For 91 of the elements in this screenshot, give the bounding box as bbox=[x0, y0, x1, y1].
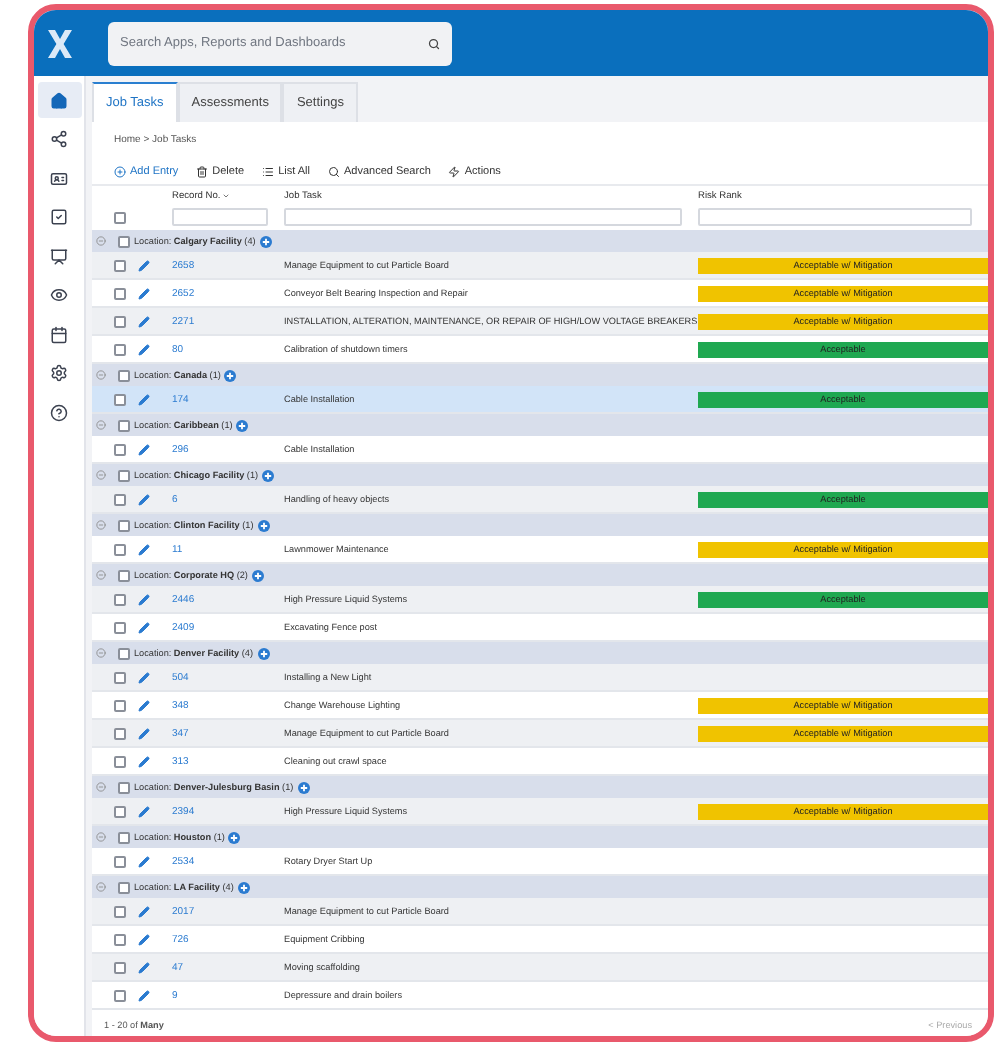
sidebar-item[interactable] bbox=[37, 82, 81, 118]
row-checkbox[interactable] bbox=[114, 393, 126, 405]
add-circle-icon[interactable] bbox=[237, 881, 250, 893]
edit-pencil-icon[interactable] bbox=[138, 343, 150, 355]
add-circle-icon[interactable] bbox=[259, 235, 272, 247]
home-icon bbox=[50, 91, 68, 109]
edit-pencil-icon[interactable] bbox=[138, 543, 150, 555]
row-checkbox[interactable] bbox=[114, 855, 126, 867]
group-checkbox[interactable] bbox=[118, 647, 130, 659]
edit-pencil-icon[interactable] bbox=[138, 493, 150, 505]
row-checkbox[interactable] bbox=[114, 933, 126, 945]
collapse-icon[interactable] bbox=[96, 782, 106, 792]
edit-pencil-icon[interactable] bbox=[138, 287, 150, 299]
add-circle-icon[interactable] bbox=[251, 569, 264, 581]
collapse-icon[interactable] bbox=[96, 470, 106, 480]
add-circle-icon[interactable] bbox=[297, 781, 310, 793]
group-checkbox[interactable] bbox=[118, 781, 130, 793]
row-checkbox[interactable] bbox=[114, 443, 126, 455]
settings-icon bbox=[50, 364, 68, 382]
edit-pencil-icon[interactable] bbox=[138, 933, 150, 945]
checkbox-icon bbox=[50, 208, 68, 226]
edit-pencil-icon[interactable] bbox=[138, 393, 150, 405]
edit-pencil-icon[interactable] bbox=[138, 443, 150, 455]
group-checkbox[interactable] bbox=[118, 519, 130, 531]
edit-pencil-icon[interactable] bbox=[138, 671, 150, 683]
id-card-icon bbox=[50, 169, 68, 187]
search-icon bbox=[327, 165, 340, 177]
row-checkbox[interactable] bbox=[114, 593, 126, 605]
collapse-icon[interactable] bbox=[96, 236, 106, 246]
collapse-icon[interactable] bbox=[96, 648, 106, 658]
add-circle-icon[interactable] bbox=[228, 831, 241, 843]
group-checkbox[interactable] bbox=[118, 831, 130, 843]
add-circle-icon[interactable] bbox=[257, 647, 269, 659]
edit-pencil-icon[interactable] bbox=[138, 855, 150, 867]
edit-pencil-icon[interactable] bbox=[138, 961, 150, 973]
presentation-board-icon bbox=[50, 247, 68, 265]
plus-circle-icon bbox=[114, 165, 126, 177]
filter-field[interactable] bbox=[172, 208, 268, 226]
row-checkbox[interactable] bbox=[114, 805, 126, 817]
filter-field[interactable] bbox=[284, 208, 682, 226]
edit-pencil-icon[interactable] bbox=[138, 805, 150, 817]
collapse-icon[interactable] bbox=[96, 520, 106, 530]
row-checkbox[interactable] bbox=[114, 259, 126, 271]
row-checkbox[interactable] bbox=[114, 699, 126, 711]
row-checkbox[interactable] bbox=[114, 755, 126, 767]
row-checkbox[interactable] bbox=[114, 961, 126, 973]
nodes-icon bbox=[50, 130, 68, 148]
row-checkbox[interactable] bbox=[114, 493, 126, 505]
group-checkbox[interactable] bbox=[118, 235, 130, 247]
row-checkbox[interactable] bbox=[114, 287, 126, 299]
row-checkbox[interactable] bbox=[114, 315, 126, 327]
edit-pencil-icon[interactable] bbox=[138, 905, 150, 917]
edit-pencil-icon[interactable] bbox=[138, 593, 150, 605]
list-icon bbox=[262, 165, 275, 177]
collapse-icon[interactable] bbox=[96, 420, 106, 430]
collapse-icon[interactable] bbox=[96, 570, 106, 580]
collapse-icon[interactable] bbox=[96, 832, 106, 842]
group-checkbox[interactable] bbox=[118, 569, 130, 581]
group-checkbox[interactable] bbox=[118, 469, 130, 481]
row-checkbox[interactable] bbox=[114, 989, 126, 1001]
edit-pencil-icon[interactable] bbox=[138, 621, 150, 633]
row-checkbox[interactable] bbox=[114, 727, 126, 739]
add-circle-icon[interactable] bbox=[257, 519, 270, 531]
row-checkbox[interactable] bbox=[114, 343, 126, 355]
group-checkbox[interactable] bbox=[118, 881, 130, 893]
group-checkbox[interactable] bbox=[118, 369, 130, 381]
collapse-icon[interactable] bbox=[96, 882, 106, 892]
trash-icon bbox=[196, 165, 209, 177]
edit-pencil-icon[interactable] bbox=[138, 315, 150, 327]
logo-icon bbox=[44, 27, 76, 59]
edit-pencil-icon[interactable] bbox=[138, 727, 150, 739]
add-circle-icon[interactable] bbox=[262, 469, 275, 481]
row-checkbox[interactable] bbox=[114, 671, 126, 683]
calendar-icon bbox=[50, 325, 68, 343]
filter-field[interactable] bbox=[698, 208, 972, 226]
edit-pencil-icon[interactable] bbox=[138, 259, 150, 271]
add-circle-icon[interactable] bbox=[236, 419, 249, 431]
edit-pencil-icon[interactable] bbox=[138, 755, 150, 767]
row-checkbox[interactable] bbox=[114, 621, 126, 633]
lightning-icon bbox=[448, 165, 461, 177]
collapse-icon[interactable] bbox=[96, 370, 106, 380]
edit-pencil-icon[interactable] bbox=[138, 989, 150, 1001]
group-checkbox[interactable] bbox=[118, 419, 130, 431]
add-circle-icon[interactable] bbox=[224, 369, 237, 381]
row-checkbox[interactable] bbox=[114, 905, 126, 917]
eye-icon bbox=[50, 286, 68, 304]
row-checkbox[interactable] bbox=[114, 543, 126, 555]
select-all-checkbox[interactable] bbox=[114, 211, 126, 223]
search-icon bbox=[428, 37, 440, 49]
edit-pencil-icon[interactable] bbox=[138, 699, 150, 711]
help-icon bbox=[50, 403, 68, 421]
